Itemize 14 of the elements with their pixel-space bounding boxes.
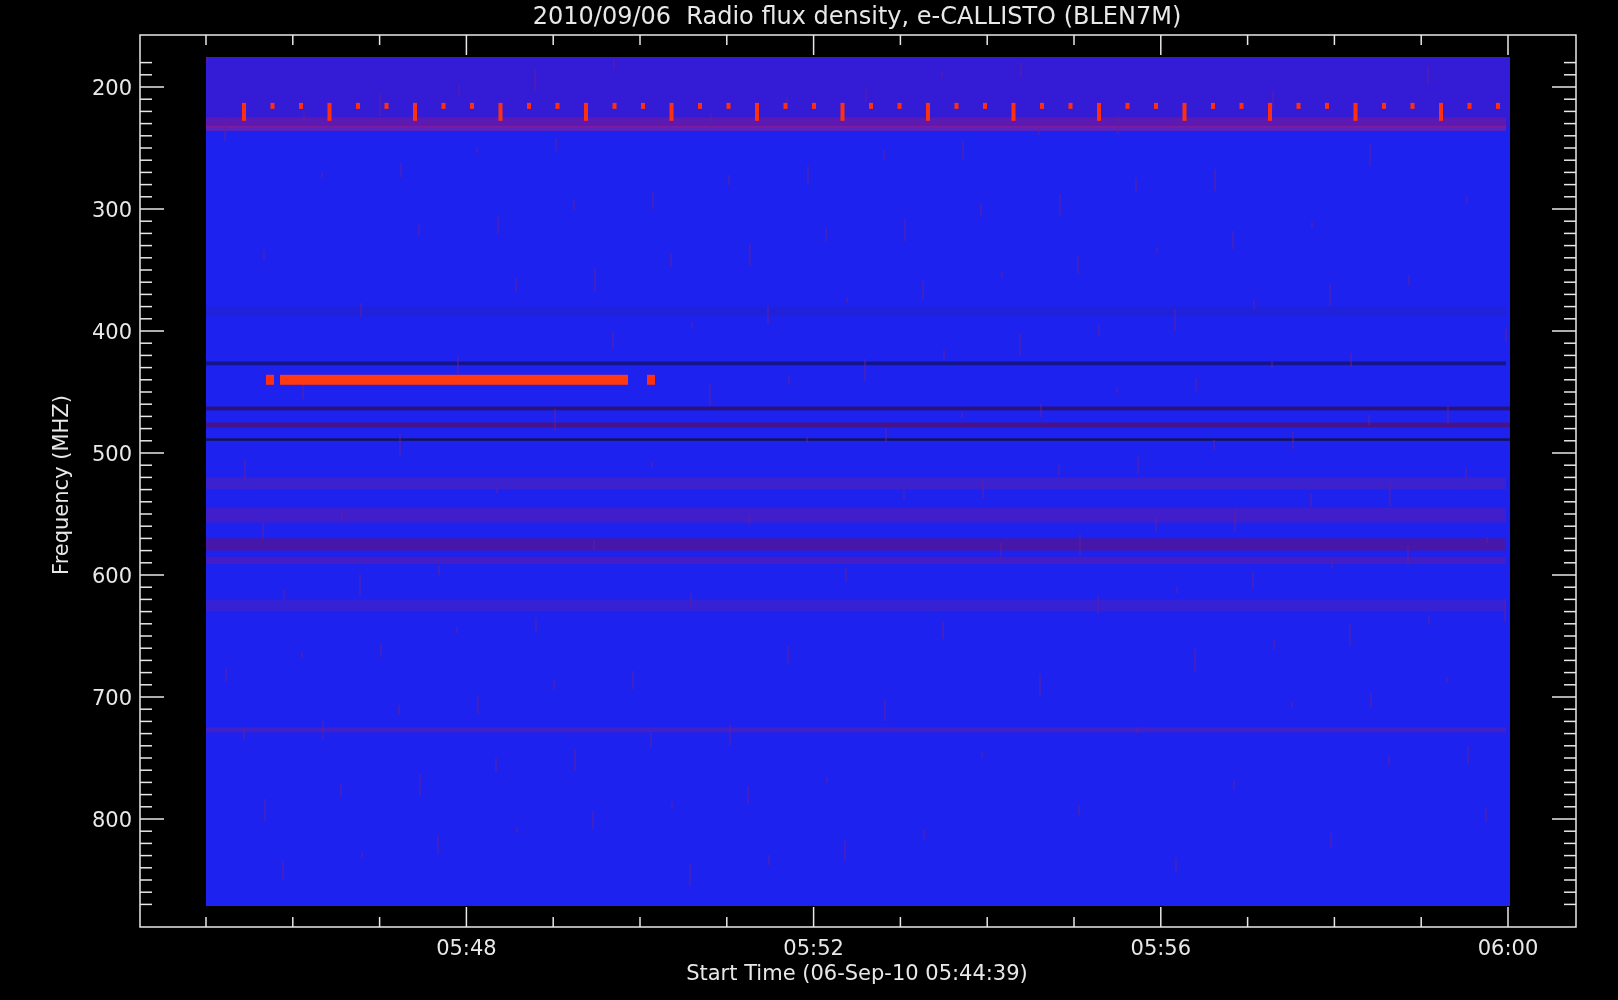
tick-label: 500 [91, 442, 132, 466]
tick-label: 700 [91, 686, 132, 710]
tick-label: 800 [91, 808, 132, 832]
tick-label: 200 [91, 76, 132, 100]
axis-label: Start Time (06-Sep-10 05:44:39) [686, 961, 1028, 985]
tick-label: 05:56 [1130, 936, 1192, 960]
tick-label: 600 [91, 564, 132, 588]
tick-label: 05:52 [783, 936, 844, 960]
chart-title: 2010/09/06 Radio flux density, e-CALLISTO (BLEN7M) [532, 2, 1182, 30]
tick-label: 400 [91, 320, 132, 344]
axis-label: Frequency (MHZ) [49, 395, 73, 575]
tick-label: 06:00 [1477, 936, 1539, 960]
tick-label: 05:48 [436, 936, 497, 960]
tick-label: 300 [91, 198, 132, 222]
